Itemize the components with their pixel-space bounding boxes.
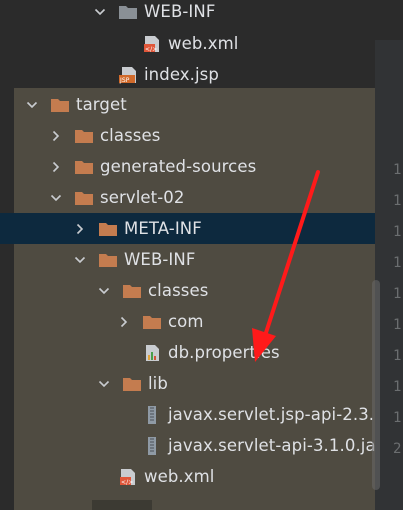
- chevron-right-icon[interactable]: [50, 130, 62, 142]
- chevron-down-icon[interactable]: [94, 6, 106, 18]
- folder-icon: [122, 375, 142, 393]
- tree-item-generated-sources[interactable]: generated-sources: [0, 151, 375, 182]
- line-number: 1: [393, 379, 402, 395]
- chevron-down-icon[interactable]: [98, 378, 110, 390]
- folder-icon: [98, 220, 118, 238]
- tree-item-label: generated-sources: [100, 157, 257, 176]
- tree-item-label: classes: [148, 281, 209, 300]
- tree-item-label: web.xml: [144, 467, 215, 486]
- jar-icon: [142, 436, 162, 455]
- tree-item-label: classes: [100, 126, 161, 145]
- line-number: 1: [393, 317, 402, 333]
- tree-item-servlet-api-jar[interactable]: javax.servlet-api-3.1.0.jar: [0, 430, 375, 461]
- tree-item-label: javax.servlet.jsp-api-2.3.1.jar: [168, 405, 375, 424]
- tree-item-label: com: [168, 312, 204, 331]
- project-tree: WEB-INF </> web.xml JSP index.jsp target…: [0, 0, 375, 510]
- svg-text:JSP: JSP: [119, 77, 130, 84]
- tree-item-servlet-02[interactable]: servlet-02: [0, 182, 375, 213]
- xml-file-icon: </>: [142, 35, 162, 53]
- folder-icon: [142, 313, 162, 331]
- line-number: 1: [393, 348, 402, 364]
- folder-icon: [98, 251, 118, 269]
- chevron-right-icon[interactable]: [74, 223, 86, 235]
- tree-item-label: web.xml: [168, 34, 239, 53]
- folder-icon: [74, 158, 94, 176]
- jsp-file-icon: JSP: [118, 66, 138, 84]
- jar-icon: [142, 405, 162, 424]
- tree-item-index-jsp[interactable]: JSP index.jsp: [0, 59, 375, 90]
- folder-icon: [122, 282, 142, 300]
- tree-item-classes[interactable]: classes: [0, 120, 375, 151]
- xml-file-icon: </>: [118, 468, 138, 486]
- scrollbar[interactable]: [372, 280, 380, 490]
- tree-item-label: WEB-INF: [124, 250, 196, 269]
- tree-item-label: servlet-02: [100, 188, 185, 207]
- chevron-down-icon[interactable]: [50, 192, 62, 204]
- tree-item-label: WEB-INF: [144, 2, 216, 21]
- folder-icon: [74, 189, 94, 207]
- tree-item-label: target: [76, 95, 127, 114]
- tree-item-label: db.properties: [168, 343, 280, 362]
- tree-item-lib[interactable]: lib: [0, 368, 375, 399]
- tree-item-label: index.jsp: [144, 65, 219, 84]
- tree-item-web-inf[interactable]: WEB-INF: [0, 244, 375, 275]
- folder-icon: [74, 127, 94, 145]
- folder-icon: [118, 3, 138, 21]
- tree-item-web-xml[interactable]: </> web.xml: [0, 461, 375, 492]
- line-number: 1: [393, 224, 402, 240]
- tree-item-com[interactable]: com: [0, 306, 375, 337]
- tree-item-web-inf[interactable]: WEB-INF: [0, 0, 375, 27]
- tree-item-label: META-INF: [124, 219, 202, 238]
- tree-item-target[interactable]: target: [0, 89, 375, 120]
- tree-item-web-xml[interactable]: </> web.xml: [0, 28, 375, 59]
- line-number: 1: [393, 286, 402, 302]
- line-number: 2: [393, 441, 402, 457]
- tree-item-meta-inf[interactable]: META-INF: [0, 213, 375, 244]
- line-number: 1: [393, 255, 402, 271]
- tree-item-classes[interactable]: classes: [0, 275, 375, 306]
- line-number: 1: [393, 193, 402, 209]
- line-number: 1: [393, 162, 402, 178]
- svg-text:</>: </>: [121, 479, 133, 486]
- line-number: 1: [393, 410, 402, 426]
- tree-item-label: javax.servlet-api-3.1.0.jar: [168, 436, 375, 455]
- properties-file-icon: [142, 344, 162, 362]
- chevron-down-icon[interactable]: [26, 99, 38, 111]
- tree-item-jsp-api-jar[interactable]: javax.servlet.jsp-api-2.3.1.jar: [0, 399, 375, 430]
- chevron-right-icon[interactable]: [118, 316, 130, 328]
- gutter-top: [375, 0, 403, 40]
- clipped-row: [92, 500, 152, 510]
- tree-item-label: lib: [148, 374, 168, 393]
- chevron-right-icon[interactable]: [50, 161, 62, 173]
- svg-text:</>: </>: [145, 46, 157, 53]
- tree-item-db-properties[interactable]: db.properties: [0, 337, 375, 368]
- chevron-down-icon[interactable]: [98, 285, 110, 297]
- chevron-down-icon[interactable]: [74, 254, 86, 266]
- folder-icon: [50, 96, 70, 114]
